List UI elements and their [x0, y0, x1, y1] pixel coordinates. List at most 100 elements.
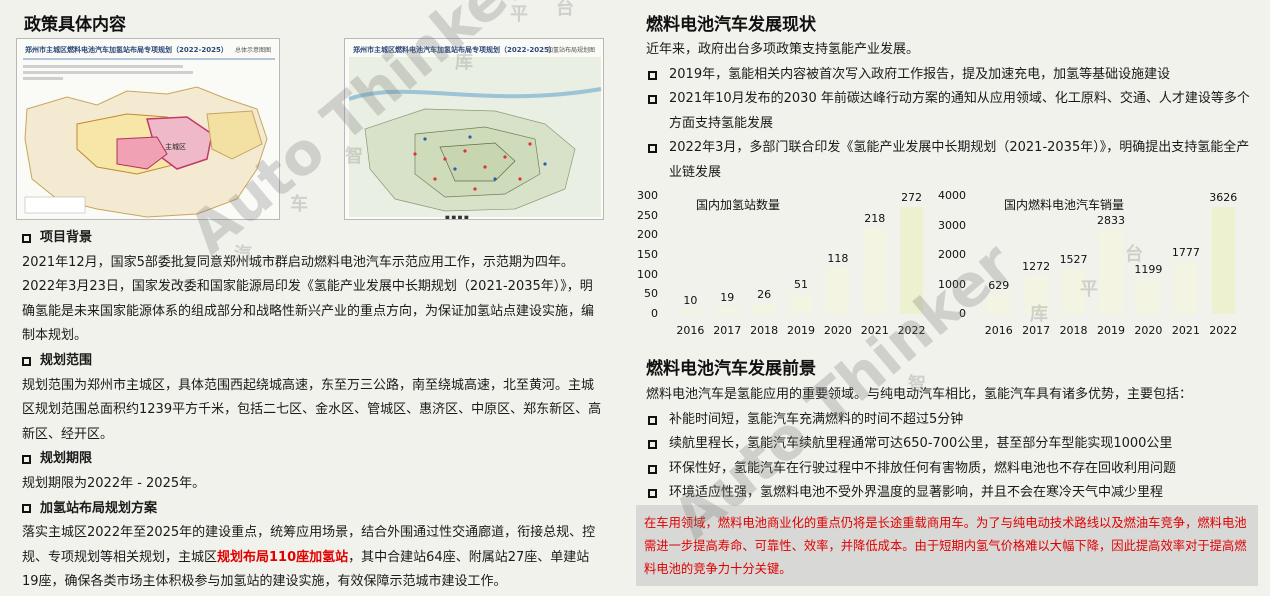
bar — [863, 228, 887, 314]
checkbox-bullet-icon — [648, 95, 657, 104]
y-tick-label: 300 — [637, 189, 658, 202]
project-background-heading: 项目背景 — [22, 226, 602, 251]
prospect-list: 燃料电池汽车是氢能应用的重要领域。与纯电动汽车相比，氢能汽车具有诸多优势，主要包… — [646, 383, 1256, 506]
chart-title: 国内燃料电池汽车销量 — [1004, 198, 1125, 212]
y-tick-label: 4000 — [938, 189, 966, 202]
checkbox-bullet-icon — [648, 440, 657, 449]
zoning-map-drawing: 主城区 — [23, 58, 275, 218]
x-tick-label: 2017 — [713, 324, 742, 337]
x-tick-label: 2018 — [750, 324, 779, 337]
watermark-cn-char: 车 — [290, 194, 308, 215]
checkbox-bullet-icon — [22, 356, 31, 366]
station-plan-heading: 加氢站布局规划方案 — [22, 497, 602, 522]
y-tick-label: 250 — [637, 208, 658, 222]
y-tick-label: 100 — [637, 267, 658, 281]
fcv-sales-chart: 国内燃料电池汽车销量 0 1000 2000 3000 4000 629 2016 1272 20… — [938, 189, 1244, 340]
list-item: 环境适应性强，氢燃料电池不受外界温度的显著影响，并且不会在寒冷天气中减少里程 — [646, 481, 1256, 506]
bar — [752, 303, 776, 314]
svg-text:主城区: 主城区 — [165, 142, 186, 151]
x-tick-label: 2021 — [860, 324, 889, 337]
checkbox-bullet-icon — [22, 504, 31, 514]
data-label: 629 — [988, 279, 1010, 293]
checkbox-bullet-icon — [22, 233, 31, 243]
data-label: 26 — [757, 287, 772, 301]
highlighted-text: 规划布局110座加氢站 — [217, 549, 349, 565]
data-label: 19 — [720, 290, 735, 304]
x-tick-label: 2017 — [1022, 324, 1051, 337]
bar — [1174, 261, 1198, 314]
bar — [715, 306, 739, 314]
checkbox-bullet-icon — [648, 489, 657, 498]
bar — [789, 293, 813, 314]
bar — [1024, 276, 1048, 314]
checkbox-bullet-icon — [22, 455, 31, 465]
bar — [1099, 230, 1123, 314]
y-tick-label: 3000 — [938, 218, 966, 232]
data-label: 1777 — [1171, 245, 1200, 259]
conclusion-callout: 在车用领域，燃料电池商业化的重点仍将是长途重载商用车。为了与纯电动技术路线以及燃… — [636, 505, 1258, 586]
list-item: 2019年，氢能相关内容被首次写入政府工作报告，提及加速充电，加氢等基础设施建设 — [646, 63, 1256, 88]
station-layout-map-image: 郑州市主城区燃料电池汽车加氢站布局专项规划（2022-2025） 加氢站布局规划… — [344, 38, 604, 220]
x-tick-label: 2020 — [1134, 324, 1163, 337]
paragraph: 落实主城区2022年至2025年的建设重点，统筹应用场景，结合外围通过性交通廊道… — [22, 525, 596, 590]
list-item: 环保性好，氢能汽车在行驶过程中不排放任何有害物质，燃料电池也不存在回收利用问题 — [646, 457, 1256, 482]
bar — [679, 310, 702, 314]
bar — [1061, 268, 1086, 314]
bar — [900, 207, 923, 314]
data-label: 51 — [794, 277, 808, 291]
x-tick-label: 2021 — [1171, 324, 1200, 337]
x-tick-label: 2016 — [984, 324, 1013, 337]
watermark-cn-char: 平 — [510, 4, 528, 25]
x-tick-label: 2018 — [1059, 324, 1088, 337]
y-tick-label: 0 — [959, 307, 966, 320]
checkbox-bullet-icon — [648, 415, 657, 425]
status-list: 近年来，政府出台多项政策支持氢能产业发展。 2019年，氢能相关内容被首次写入政… — [646, 38, 1256, 185]
x-tick-label: 2020 — [823, 324, 852, 337]
list-item: 补能时间短，氢能汽车充满燃料的时间不超过5分钟 — [646, 408, 1256, 433]
x-tick-label: 2016 — [676, 324, 705, 337]
data-label: 3626 — [1209, 191, 1238, 205]
planning-scope-heading: 规划范围 — [22, 349, 602, 374]
x-tick-label: 2019 — [1097, 324, 1125, 337]
list-item: 2022年3月，多部门联合印发《氢能产业发展中长期规划（2021-2035年）》… — [646, 136, 1256, 185]
x-tick-label: 2019 — [787, 324, 815, 337]
status-intro: 近年来，政府出台多项政策支持氢能产业发展。 — [646, 42, 920, 57]
data-label: 118 — [827, 251, 849, 265]
bar — [1211, 207, 1235, 314]
hydrogen-station-chart: 国内加氢站数量 0 50 100 150 200 250 300 10 2016 19 2017 26 2… — [636, 189, 932, 340]
y-tick-label: 150 — [637, 248, 658, 261]
x-tick-label: 2022 — [1209, 324, 1238, 337]
list-item: 2021年10月发布的2030 年前碳达峰行动方案的通知从应用领域、化工原料、交… — [646, 87, 1256, 136]
paragraph: 规划范围为郑州市主城区，具体范围西起绕城高速，东至万三公路，南至绕城高速，北至黄… — [22, 377, 602, 442]
checkbox-bullet-icon — [648, 464, 657, 474]
data-label: 218 — [864, 212, 886, 226]
data-label: 1199 — [1134, 262, 1163, 276]
list-item: 续航里程长，氢能汽车续航里程通常可达650-700公里，甚至部分车型能实现100… — [646, 432, 1256, 457]
paragraph: 2021年12月，国家5部委批复同意郑州城市群启动燃料电池汽车示范应用工作，示范… — [22, 254, 574, 270]
policy-section-title: 政策具体内容 — [24, 15, 126, 35]
prospect-intro: 燃料电池汽车是氢能应用的重要领域。与纯电动汽车相比，氢能汽车具有诸多优势，主要包… — [646, 387, 1193, 402]
data-label: 1527 — [1059, 252, 1088, 266]
y-tick-label: 2000 — [938, 248, 966, 261]
prospect-section-title: 燃料电池汽车发展前景 — [646, 359, 816, 379]
chart-title: 国内加氢站数量 — [696, 198, 781, 212]
bar — [987, 295, 1011, 314]
data-label: 1272 — [1022, 260, 1051, 274]
y-tick-label: 0 — [651, 307, 658, 320]
checkbox-bullet-icon — [648, 144, 657, 153]
data-label: 272 — [901, 191, 923, 204]
bar — [826, 267, 850, 314]
planning-period-heading: 规划期限 — [22, 447, 602, 472]
y-tick-label: 200 — [637, 228, 658, 242]
watermark-cn-char: 台 — [556, 0, 574, 19]
y-tick-label: 1000 — [938, 277, 966, 291]
y-tick-label: 50 — [644, 287, 658, 301]
x-tick-label: 2022 — [897, 324, 926, 337]
status-section-title: 燃料电池汽车发展现状 — [646, 15, 816, 35]
policy-details: 项目背景 2021年12月，国家5部委批复同意郑州城市群启动燃料电池汽车示范应用… — [22, 226, 602, 595]
checkbox-bullet-icon — [648, 70, 657, 80]
svg-text:■ ■ ■ ■: ■ ■ ■ ■ — [445, 215, 469, 220]
station-map-drawing: ■ ■ ■ ■ — [348, 57, 602, 220]
data-label: 10 — [683, 294, 698, 308]
paragraph: 规划期限为2022年 - 2025年。 — [22, 475, 206, 491]
